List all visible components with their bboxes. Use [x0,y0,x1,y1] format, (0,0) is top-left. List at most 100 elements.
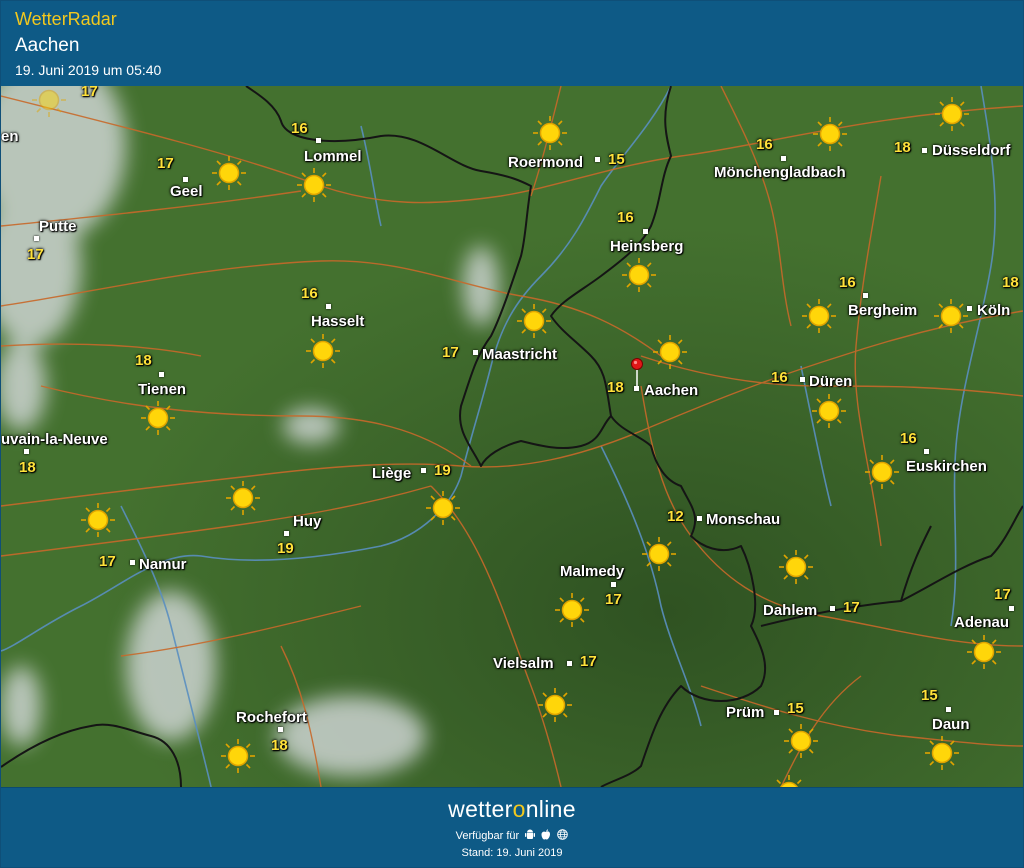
city-marker [697,516,702,521]
sun-icon [925,736,959,770]
city-marker [595,157,600,162]
sun-icon [967,635,1001,669]
temperature-label: 16 [839,274,856,291]
city-marker [1009,606,1014,611]
temperature-label: 17 [27,246,44,263]
city-label: Namur [139,556,187,573]
city-label: Liège [372,465,412,482]
city-marker [159,372,164,377]
city-label: Roermond [508,154,583,171]
city-marker [830,606,835,611]
brand-o: o [512,796,526,822]
city-marker [567,661,572,666]
temperature-label: 17 [994,586,1011,603]
web-icon[interactable] [557,829,569,843]
city-label: Adenau [954,614,1010,631]
sun-icon [297,168,331,202]
city-label: Dahlem [763,602,818,619]
city-label: Köln [977,302,1011,319]
sun-icon [426,491,460,525]
temperature-label: 18 [135,352,152,369]
android-icon[interactable] [525,829,536,843]
city-label: Euskirchen [906,458,987,475]
temperature-label: 16 [291,120,308,137]
sun-icon [784,724,818,758]
city-label: Prüm [726,704,765,721]
sun-icon [802,299,836,333]
city-marker [24,449,29,454]
temperature-label: 18 [271,737,288,754]
city-label: Düren [809,373,853,390]
city-label: Putte [39,218,77,235]
sun-icon [221,739,255,773]
temperature-label: 19 [277,540,294,557]
city-label: Tienen [138,381,187,398]
sun-icon [812,394,846,428]
temperature-label: 17 [99,553,116,570]
wetteronline-logo[interactable]: wetteronline [1,796,1023,823]
temperature-label: 18 [1002,274,1019,291]
city-marker [284,531,289,536]
city-marker [643,229,648,234]
temperature-label: 17 [81,86,98,100]
city-marker [326,304,331,309]
city-marker [316,138,321,143]
sun-icon [32,89,66,117]
sun-icon [779,550,813,584]
radar-map[interactable]: 17 en 16 Lommel 17 Geel Roermond 15 16 M… [1,86,1023,787]
city-label: Aachen [644,382,699,399]
city-label: Düsseldorf [932,142,1011,159]
data-timestamp: Stand: 19. Juni 2019 [461,847,563,859]
city-marker [130,560,135,565]
sun-icon [538,688,572,722]
brand-prefix: wetter [448,796,513,822]
city-marker [421,468,426,473]
temperature-label: 16 [900,430,917,447]
temperature-label: 15 [608,151,625,168]
availability-line: Verfügbar für [1,829,1023,843]
city-label: uvain-la-Neuve [1,431,108,448]
temperature-label: 16 [756,136,773,153]
temperature-label: 15 [921,687,938,704]
city-marker [800,377,805,382]
city-label: Lommel [304,148,362,165]
temperature-label: 12 [667,508,684,525]
brand-suffix: nline [525,796,576,822]
sun-icon [141,401,175,435]
temperature-label: 17 [580,653,597,670]
sun-icon [935,97,969,131]
temperature-label: 18 [607,379,624,396]
sun-icon [555,593,589,627]
radar-timestamp: 19. Juni 2019 um 05:40 [15,62,162,78]
temperature-label: 17 [157,155,174,172]
temperature-label: 16 [771,369,788,386]
location-pin-icon[interactable] [630,357,644,393]
sun-icon [622,258,656,292]
city-marker [34,236,39,241]
city-label: Daun [932,716,970,733]
sun-icon [642,537,676,571]
temperature-label: 18 [19,459,36,476]
city-label: Geel [170,183,203,200]
apple-icon[interactable] [541,829,551,843]
sun-icon [517,304,551,338]
app-title: WetterRadar [15,9,117,29]
city-label: Mönchengladbach [714,164,846,181]
temperature-label: 16 [301,285,318,302]
city-label: Malmedy [560,563,625,580]
sun-icon [226,481,260,515]
city-marker [611,582,616,587]
sun-icon [533,116,567,150]
temperature-label: 17 [843,599,860,616]
city-marker [278,727,283,732]
city-label: Hasselt [311,313,365,330]
app-window: WetterRadar Aachen 19. Juni 2019 um 05:4… [0,0,1024,868]
temperature-label: 17 [605,591,622,608]
sun-icon [934,299,968,333]
sun-icon [81,503,115,537]
city-marker [924,449,929,454]
city-label: Huy [293,513,322,530]
city-marker [967,306,972,311]
location-name: Aachen [15,35,80,56]
sun-icon [653,335,687,369]
